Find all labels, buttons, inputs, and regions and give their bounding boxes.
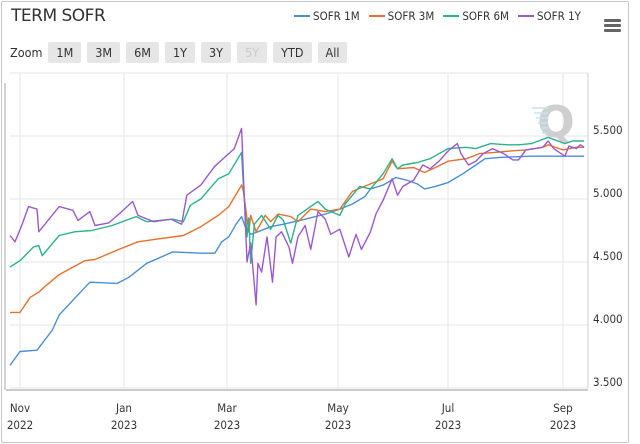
x-tick-year: 2023	[214, 418, 240, 432]
zoom-all-button[interactable]: All	[317, 42, 348, 63]
legend-item-sofr-6m[interactable]: SOFR 6M	[443, 9, 509, 23]
legend-swatch	[517, 15, 534, 17]
range-selector: Zoom 1M 3M 6M 1Y 3Y 5Y YTD All	[10, 42, 353, 63]
zoom-5y-button: 5Y	[237, 42, 268, 63]
y-tick-label: 5.000	[593, 186, 623, 200]
legend-swatch	[443, 15, 460, 17]
x-tick-month: Jan	[115, 401, 132, 415]
x-tick-year: 2023	[435, 418, 461, 432]
legend-label: SOFR 6M	[462, 9, 509, 23]
series-line-sofr-3m	[10, 144, 585, 314]
y-tick-label: 5.500	[593, 123, 623, 137]
legend-swatch	[368, 15, 385, 17]
zoom-3y-button[interactable]: 3Y	[201, 42, 232, 63]
legend-label: SOFR 3M	[387, 9, 435, 23]
legend-item-sofr-1m[interactable]: SOFR 1M	[294, 9, 360, 23]
chart-title: TERM SOFR	[11, 6, 106, 26]
legend-item-sofr-1y[interactable]: SOFR 1Y	[517, 9, 582, 23]
series-line-sofr-6m	[9, 136, 585, 268]
x-tick-month: Sep	[553, 401, 573, 415]
y-tick-label: 3.500	[593, 375, 623, 389]
x-tick-year: 2022	[7, 418, 33, 432]
legend-label: SOFR 1Y	[536, 9, 582, 23]
legend-swatch	[294, 15, 310, 17]
chart-plot: Q3.5004.0004.5005.0005.500Nov2022Jan2023…	[4, 72, 623, 432]
legend-item-sofr-3m[interactable]: SOFR 3M	[368, 9, 435, 23]
x-tick-month: May	[327, 401, 348, 415]
legend: SOFR 1M SOFR 3M SOFR 6M SOFR 1Y	[294, 9, 581, 23]
x-tick-month: Mar	[217, 401, 237, 415]
x-tick-month: Nov	[10, 401, 30, 415]
zoom-ytd-button[interactable]: YTD	[273, 42, 312, 63]
zoom-1y-button[interactable]: 1Y	[165, 42, 196, 63]
x-tick-month: Jul	[441, 401, 454, 415]
legend-label: SOFR 1M	[313, 9, 360, 23]
hamburger-menu-icon[interactable]	[604, 19, 621, 33]
zoom-label: Zoom	[10, 45, 43, 60]
zoom-1m-button[interactable]: 1M	[48, 42, 82, 63]
x-tick-year: 2023	[550, 418, 576, 432]
x-tick-year: 2023	[325, 418, 351, 432]
y-tick-label: 4.500	[593, 249, 623, 263]
series-line-sofr-1m	[9, 155, 585, 366]
x-tick-year: 2023	[111, 418, 137, 432]
y-tick-label: 4.000	[593, 312, 623, 326]
zoom-6m-button[interactable]: 6M	[126, 42, 159, 63]
zoom-3m-button[interactable]: 3M	[87, 42, 121, 63]
